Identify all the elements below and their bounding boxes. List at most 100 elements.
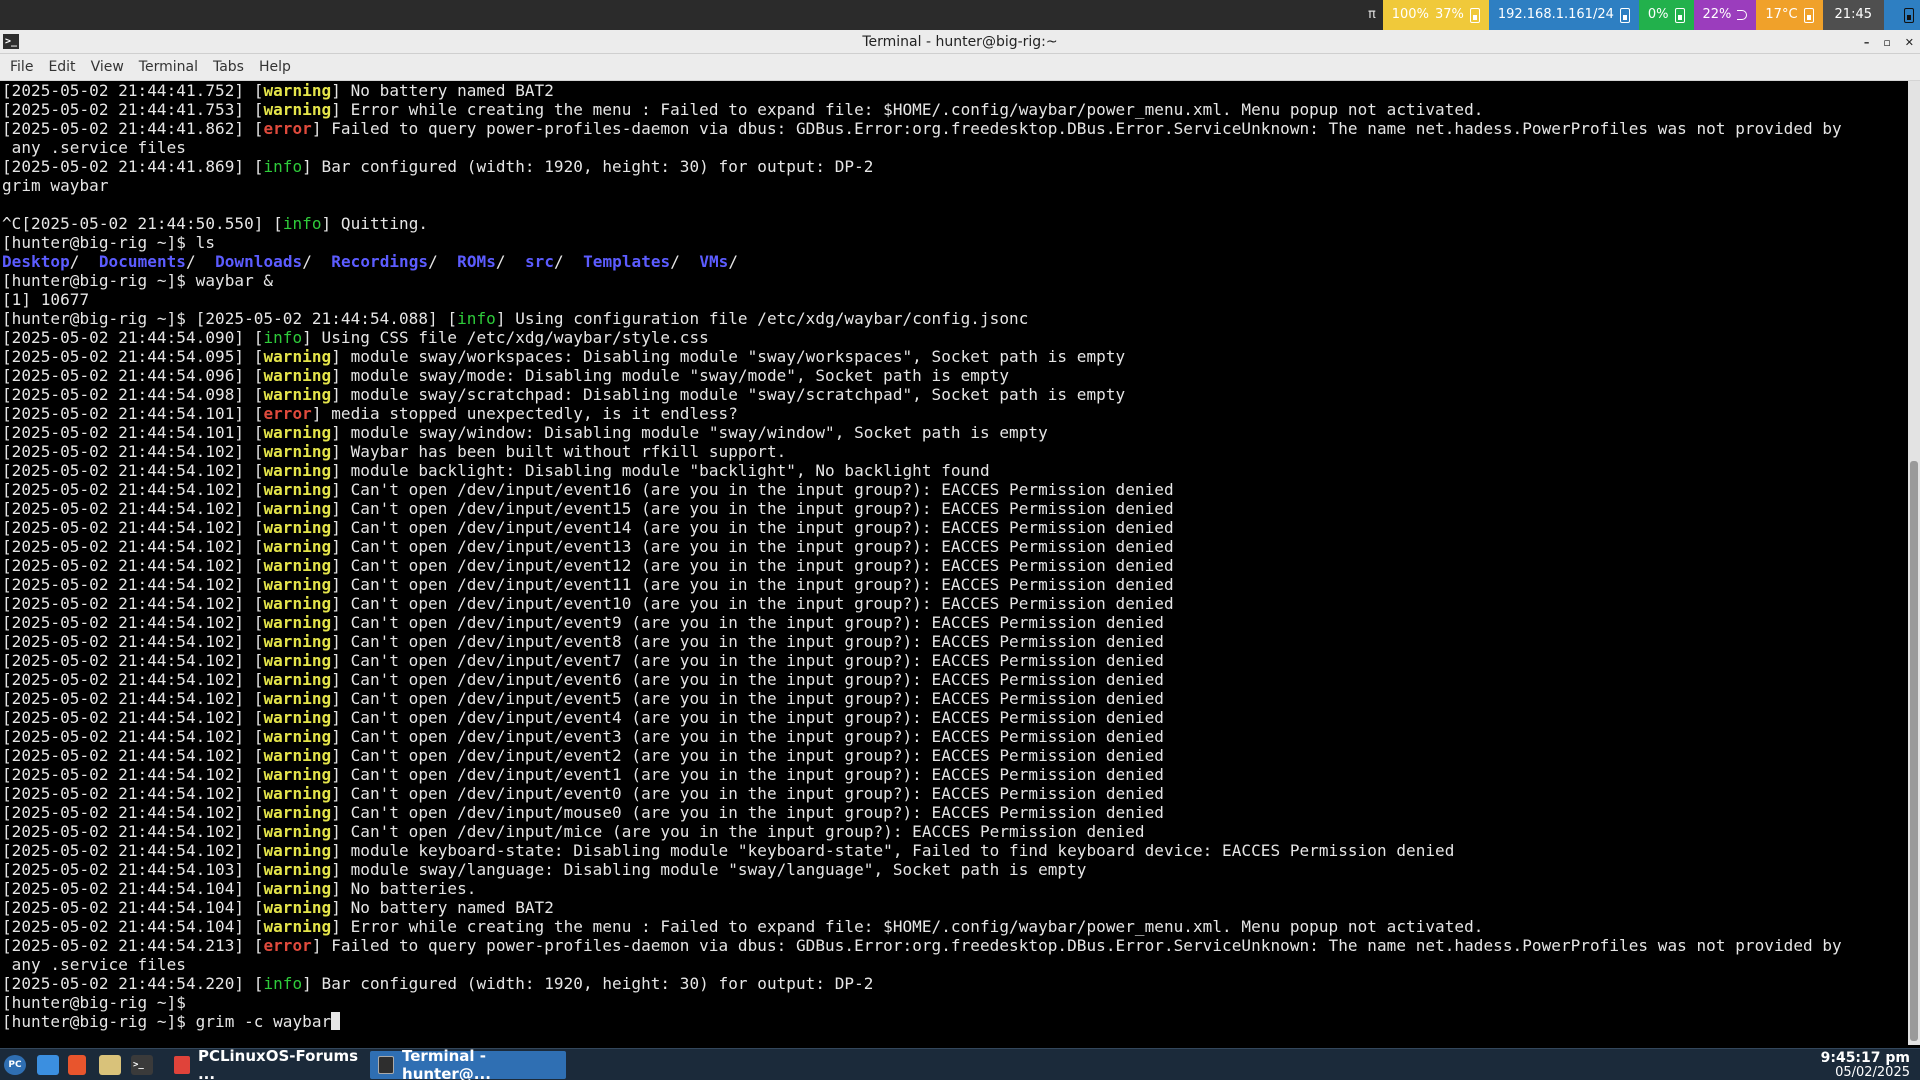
terminal-text: [2025-05-02 21:44:54.102] [ (2, 746, 264, 765)
show-desktop-icon[interactable] (37, 1055, 59, 1075)
log-dir: Desktop (2, 252, 70, 271)
log-warning: warning (263, 81, 332, 100)
menu-tabs[interactable]: Tabs (207, 59, 250, 75)
volume-module[interactable]: 0% (1638, 0, 1694, 30)
terminal-text: ] Error while creating the menu : Failed… (331, 917, 1484, 936)
custom-glyph-module[interactable]: π (1360, 0, 1383, 30)
network-module[interactable]: 192.168.1.161/24 (1488, 0, 1639, 30)
memory-icon (1469, 7, 1480, 23)
log-warning: warning (263, 841, 332, 860)
taskbar: PC >_ PCLinuxOS-Forums ... Terminal - hu… (0, 1047, 1920, 1080)
terminal-text: ] No battery named BAT2 (331, 898, 554, 917)
terminal-text: grim waybar (2, 176, 109, 195)
menu-edit[interactable]: Edit (42, 59, 81, 75)
terminal-text: [2025-05-02 21:44:54.102] [ (2, 822, 264, 841)
log-warning: warning (263, 100, 332, 119)
menu-file[interactable]: File (4, 59, 39, 75)
scrollbar-thumb[interactable] (1910, 461, 1918, 1041)
waybar: π 100% 37% 192.168.1.161/24 0% 22% 17°C … (0, 0, 1920, 30)
terminal-text: [2025-05-02 21:44:54.102] [ (2, 841, 264, 860)
terminal-text: ] module sway/language: Disabling module… (331, 860, 1087, 879)
window-titlebar[interactable]: >_ Terminal - hunter@big-rig:~ – ▫ ✕ (0, 30, 1920, 54)
terminal-text: [2025-05-02 21:44:54.101] [ (2, 404, 264, 423)
terminal-output[interactable]: [2025-05-02 21:44:41.752] [warning] No b… (0, 81, 1908, 1045)
terminal-line: [2025-05-02 21:44:54.096] [warning] modu… (2, 366, 1908, 385)
terminal-text: [2025-05-02 21:44:54.102] [ (2, 651, 264, 670)
task-browser[interactable]: PCLinuxOS-Forums ... (166, 1047, 368, 1080)
terminal-text: / (554, 252, 584, 271)
log-warning: warning (263, 442, 332, 461)
log-dir: Templates (583, 252, 671, 271)
moon-icon (1737, 10, 1748, 20)
log-warning: warning (263, 879, 332, 898)
brave-browser-icon[interactable] (68, 1055, 86, 1075)
terminal-line: [2025-05-02 21:44:54.104] [warning] No b… (2, 879, 1908, 898)
terminal-line: [2025-05-02 21:44:54.102] [warning] Can'… (2, 727, 1908, 746)
terminal-line: Desktop/ Documents/ Downloads/ Recording… (2, 252, 1908, 271)
terminal-text: ] Can't open /dev/input/event14 (are you… (331, 518, 1174, 537)
terminal-text: [2025-05-02 21:44:54.102] [ (2, 480, 264, 499)
clock-module[interactable]: 21:45 (1822, 0, 1884, 30)
terminal-text: [2025-05-02 21:44:54.102] [ (2, 765, 264, 784)
terminal-text: ] Can't open /dev/input/event8 (are you … (331, 632, 1164, 651)
terminal-text: [2025-05-02 21:44:54.098] [ (2, 385, 264, 404)
terminal-line: [2025-05-02 21:44:41.869] [info] Bar con… (2, 157, 1908, 176)
terminal-line: [2025-05-02 21:44:54.090] [info] Using C… (2, 328, 1908, 347)
pi-glyph: π (1367, 7, 1376, 22)
menu-help[interactable]: Help (253, 59, 297, 75)
terminal-line: [2025-05-02 21:44:54.102] [warning] Can'… (2, 480, 1908, 499)
terminal-line: [2025-05-02 21:44:54.102] [warning] Can'… (2, 670, 1908, 689)
log-warning: warning (263, 898, 332, 917)
browser-task-icon (174, 1056, 190, 1074)
terminal-text: [2025-05-02 21:44:54.102] [ (2, 556, 264, 575)
log-warning: warning (263, 651, 332, 670)
task-terminal[interactable]: Terminal - hunter@... (370, 1047, 566, 1080)
terminal-line: [2025-05-02 21:44:54.102] [warning] Can'… (2, 499, 1908, 518)
maximize-button[interactable]: ▫ (1883, 36, 1890, 49)
terminal-launcher-icon[interactable]: >_ (131, 1055, 153, 1075)
temperature-value: 17°C (1765, 7, 1798, 22)
log-warning: warning (263, 594, 332, 613)
terminal-line: [2025-05-02 21:44:54.102] [warning] Can'… (2, 613, 1908, 632)
log-warning: warning (263, 784, 332, 803)
log-warning: warning (263, 670, 332, 689)
log-dir: src (524, 252, 555, 271)
terminal-text: [2025-05-02 21:44:54.102] [ (2, 689, 264, 708)
log-dir: ROMs (457, 252, 496, 271)
log-warning: warning (263, 385, 332, 404)
terminal-line: [2025-05-02 21:44:54.101] [error] media … (2, 404, 1908, 423)
menu-terminal[interactable]: Terminal (133, 59, 204, 75)
terminal-line: [2025-05-02 21:44:54.102] [warning] Can'… (2, 537, 1908, 556)
log-warning: warning (263, 480, 332, 499)
terminal-text: ] Can't open /dev/input/event15 (are you… (331, 499, 1174, 518)
temperature-module[interactable]: 17°C (1756, 0, 1823, 30)
taskbar-clock[interactable]: 9:45:17 pm 05/02/2025 (1821, 1051, 1910, 1080)
log-warning: warning (263, 366, 332, 385)
tray-module[interactable] (1884, 0, 1920, 30)
terminal-line: [2025-05-02 21:44:54.220] [info] Bar con… (2, 974, 1908, 993)
terminal-line: [hunter@big-rig ~]$ grim -c waybar (2, 1012, 1908, 1031)
terminal-scrollbar[interactable] (1908, 81, 1920, 1045)
terminal-text: ] Failed to query power-profiles-daemon … (311, 119, 1842, 138)
close-button[interactable]: ✕ (1905, 36, 1914, 49)
brightness-module[interactable]: 22% (1693, 0, 1757, 30)
pclinuxos-menu-icon[interactable]: PC (4, 1055, 26, 1075)
log-warning: warning (263, 423, 332, 442)
terminal-text: [2025-05-02 21:44:54.102] [ (2, 708, 264, 727)
terminal-text: ] module sway/mode: Disabling module "sw… (331, 366, 1010, 385)
terminal-line: [2025-05-02 21:44:41.862] [error] Failed… (2, 119, 1908, 138)
minimize-button[interactable]: – (1864, 36, 1870, 49)
log-warning: warning (263, 689, 332, 708)
cpu-mem-module[interactable]: 100% 37% (1382, 0, 1489, 30)
terminal-line: [2025-05-02 21:44:54.098] [warning] modu… (2, 385, 1908, 404)
menu-view[interactable]: View (85, 59, 130, 75)
terminal-line: any .service files (2, 138, 1908, 157)
terminal-line: [2025-05-02 21:44:54.102] [warning] Can'… (2, 594, 1908, 613)
log-dir: Recordings (331, 252, 429, 271)
terminal-text: ] Error while creating the menu : Failed… (331, 100, 1484, 119)
terminal-line: any .service files (2, 955, 1908, 974)
terminal-text: [hunter@big-rig ~]$ waybar & (2, 271, 274, 290)
terminal-text: / (728, 252, 739, 271)
file-manager-icon[interactable] (99, 1055, 121, 1075)
terminal-text: / (186, 252, 216, 271)
